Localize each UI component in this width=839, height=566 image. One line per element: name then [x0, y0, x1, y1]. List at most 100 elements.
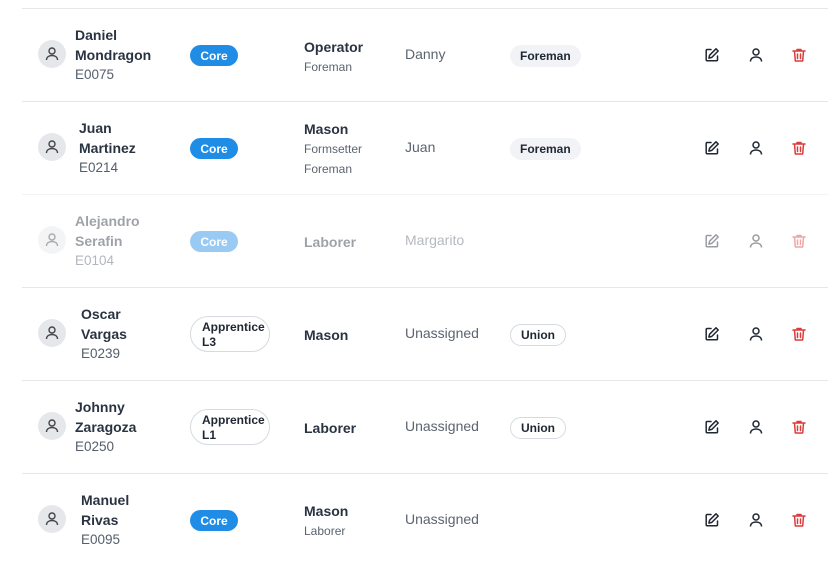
nickname: Margarito	[405, 232, 465, 248]
role-title: Mason	[304, 121, 349, 137]
profile-button[interactable]	[747, 511, 765, 529]
role-title: Mason	[304, 503, 349, 519]
employee-id: E0250	[75, 439, 115, 454]
person-icon	[45, 326, 59, 340]
person-icon	[45, 140, 59, 154]
edit-button[interactable]	[703, 139, 721, 157]
delete-button[interactable]	[790, 232, 808, 250]
avatar	[38, 133, 66, 161]
user-icon	[749, 327, 763, 341]
last-name: Rivas	[81, 512, 119, 528]
role-subtitle: Formsetter	[304, 142, 363, 156]
edit-icon	[705, 513, 719, 527]
last-name: Zaragoza	[75, 419, 137, 435]
role-title: Laborer	[304, 234, 357, 250]
edit-icon	[705, 420, 719, 434]
badge-level: L1	[202, 428, 217, 442]
profile-button[interactable]	[747, 46, 765, 64]
avatar	[38, 226, 66, 254]
edit-button[interactable]	[703, 46, 721, 64]
trash-icon	[792, 48, 806, 62]
first-name: Daniel	[75, 27, 118, 43]
edit-button[interactable]	[703, 418, 721, 436]
trade-role: Operator Foreman	[304, 37, 363, 77]
profile-button[interactable]	[747, 232, 765, 250]
last-name: Serafin	[75, 233, 123, 249]
classification-badge: Core	[190, 138, 238, 159]
profile-button[interactable]	[747, 325, 765, 343]
person-icon	[45, 512, 59, 526]
trash-icon	[792, 327, 806, 341]
last-name: Mondragon	[75, 47, 152, 63]
delete-button[interactable]	[790, 139, 808, 157]
edit-button[interactable]	[703, 232, 721, 250]
employee-name: Johnny Zaragoza E0250	[75, 397, 175, 457]
position-tag: Union	[510, 324, 566, 346]
employee-name: Juan Martinez E0214	[79, 118, 179, 178]
role-subtitle: Laborer	[304, 524, 346, 538]
edit-button[interactable]	[703, 325, 721, 343]
trade-role: Laborer	[304, 232, 356, 252]
avatar	[38, 505, 66, 533]
delete-button[interactable]	[790, 511, 808, 529]
badge-line: Apprentice	[202, 320, 265, 334]
employee-id: E0239	[81, 346, 121, 361]
edit-icon	[705, 234, 719, 248]
edit-icon	[705, 327, 719, 341]
trade-role: Mason Formsetter Foreman	[304, 119, 362, 179]
position-tag: Foreman	[510, 45, 581, 67]
nickname: Juan	[405, 139, 436, 155]
first-name: Oscar	[81, 306, 121, 322]
badge-line: Apprentice	[202, 413, 265, 427]
employee-name: Manuel Rivas E0095	[81, 490, 181, 550]
classification-badge: Apprentice L1	[190, 409, 270, 445]
edit-button[interactable]	[703, 511, 721, 529]
first-name: Manuel	[81, 492, 130, 508]
table-row: Juan Martinez E0214 Core Mason Formsette…	[22, 101, 828, 194]
role-subtitle: Foreman	[304, 162, 353, 176]
table-row: Daniel Mondragon E0075 Core Operator For…	[22, 8, 828, 101]
avatar	[38, 319, 66, 347]
trash-icon	[792, 234, 806, 248]
table-row: Johnny Zaragoza E0250 Apprentice L1 Labo…	[22, 380, 828, 473]
profile-button[interactable]	[747, 139, 765, 157]
classification-badge: Core	[190, 45, 238, 66]
role-subtitle: Foreman	[304, 60, 353, 74]
classification-badge: Apprentice L3	[190, 316, 270, 352]
table-row: Oscar Vargas E0239 Apprentice L3 Mason U…	[22, 287, 828, 380]
person-icon	[45, 419, 59, 433]
first-name: Juan	[79, 120, 112, 136]
nickname: Unassigned	[405, 325, 479, 341]
role-title: Laborer	[304, 420, 357, 436]
trash-icon	[792, 513, 806, 527]
trade-role: Laborer	[304, 418, 356, 438]
trash-icon	[792, 420, 806, 434]
trade-role: Mason	[304, 325, 348, 345]
first-name: Johnny	[75, 399, 125, 415]
user-icon	[749, 234, 763, 248]
crew-table: Daniel Mondragon E0075 Core Operator For…	[22, 8, 828, 566]
role-title: Mason	[304, 327, 349, 343]
person-icon	[45, 47, 59, 61]
profile-button[interactable]	[747, 418, 765, 436]
avatar	[38, 412, 66, 440]
edit-icon	[705, 48, 719, 62]
employee-name: Daniel Mondragon E0075	[75, 25, 175, 85]
table-row: Manuel Rivas E0095 Core Mason Laborer Un…	[22, 473, 828, 566]
delete-button[interactable]	[790, 325, 808, 343]
delete-button[interactable]	[790, 418, 808, 436]
employee-name: Oscar Vargas E0239	[81, 304, 181, 364]
classification-badge: Core	[190, 510, 238, 531]
role-title: Operator	[304, 39, 364, 55]
position-tag: Union	[510, 417, 566, 439]
last-name: Vargas	[81, 326, 127, 342]
person-icon	[45, 233, 59, 247]
last-name: Martinez	[79, 140, 136, 156]
nickname: Danny	[405, 46, 446, 62]
employee-name: Alejandro Serafin E0104	[75, 211, 175, 271]
delete-button[interactable]	[790, 46, 808, 64]
user-icon	[749, 141, 763, 155]
user-icon	[749, 513, 763, 527]
trash-icon	[792, 141, 806, 155]
badge-level: L3	[202, 335, 217, 349]
